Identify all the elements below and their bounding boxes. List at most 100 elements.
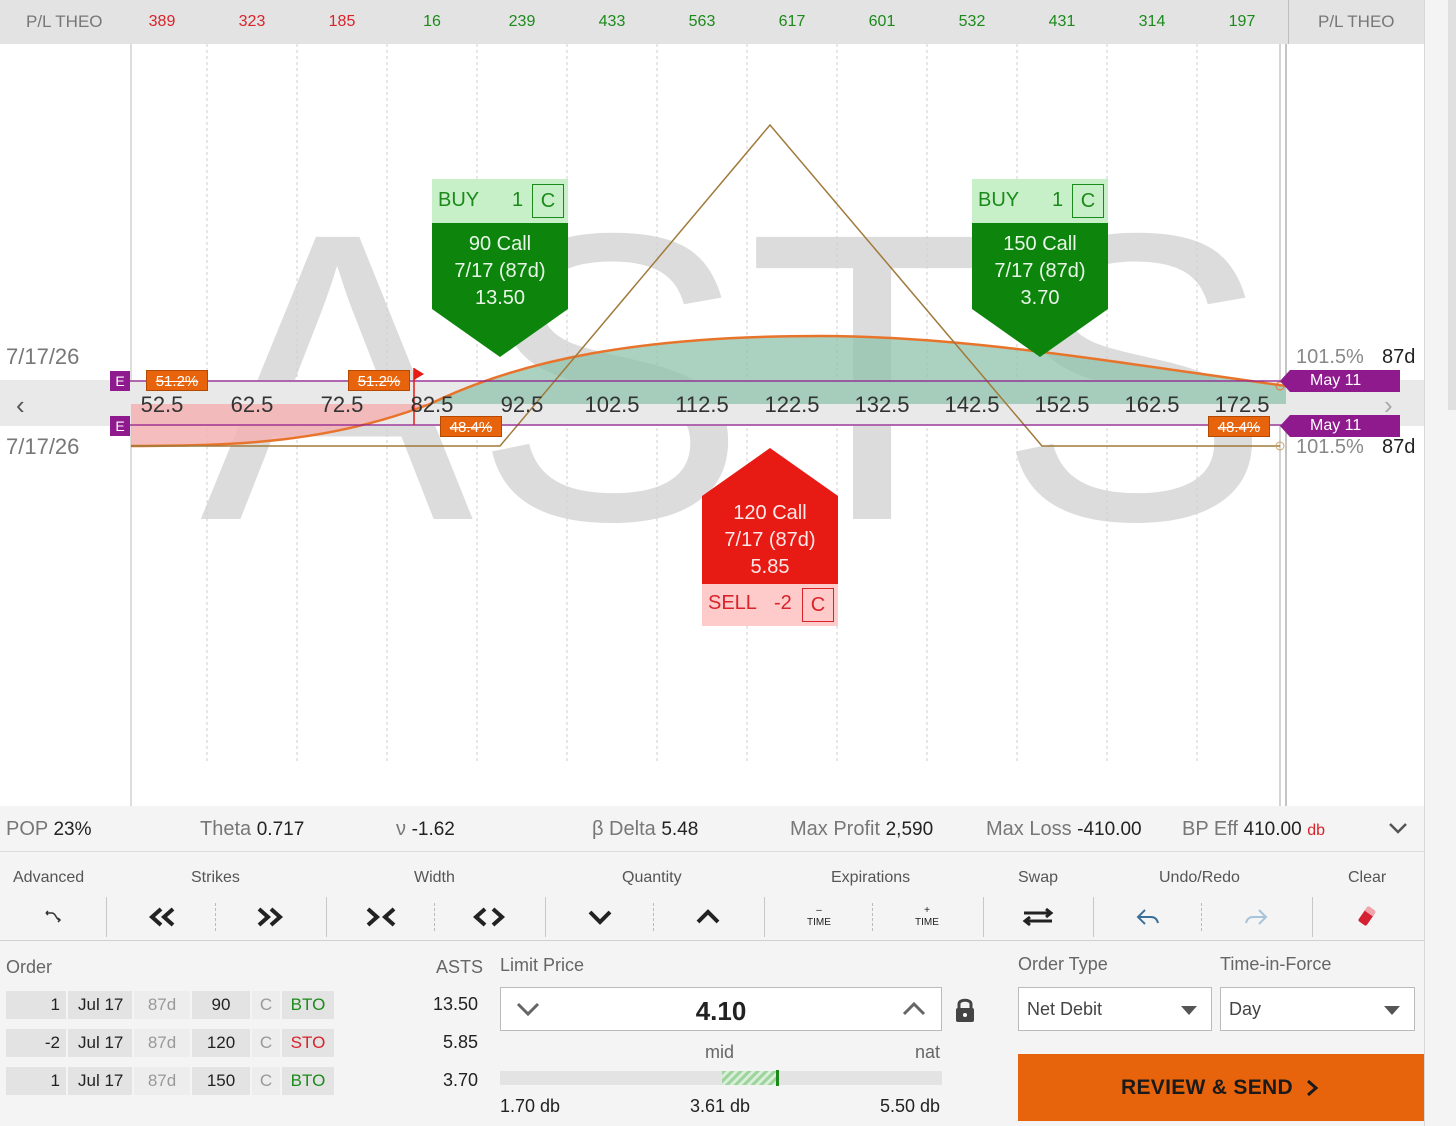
plus-icon: + (924, 905, 930, 916)
widen-icon (473, 907, 505, 927)
chevron-up-icon (696, 909, 720, 924)
chevron-down-icon (588, 910, 612, 925)
width-narrow-button[interactable] (327, 897, 435, 937)
earnings-marker-bottom[interactable]: E (110, 416, 130, 436)
strike-label: 132.5 (854, 392, 910, 417)
strike-label: 102.5 (584, 392, 640, 417)
pl-theo-value: 314 (1138, 13, 1166, 30)
limit-price-input[interactable]: 4.10 (500, 987, 942, 1031)
stat-max-loss: Max Loss -410.00 (986, 818, 1142, 840)
pl-theo-label-right: P/L THEO (1318, 12, 1395, 31)
leg-qty: 1 (1052, 189, 1064, 211)
risk-chart[interactable]: ASTS 7/17/26 7/17/26 E E 52.5 62.5 72.5 … (0, 44, 1424, 850)
expiration-date-bottom: 7/17/26 (6, 434, 80, 459)
undo-icon (1136, 909, 1159, 925)
double-chevron-right-icon (257, 907, 284, 927)
mid-label: mid (705, 1042, 735, 1062)
right-days-bottom: 87d (1382, 436, 1416, 458)
strike-label: 122.5 (764, 392, 820, 417)
leg-body: 150 Call 7/17 (87d) 3.70 (972, 223, 1108, 309)
date-tag-top[interactable]: May 11 (1280, 370, 1400, 392)
order-type-select[interactable]: Net Debit (1018, 987, 1212, 1031)
order-leg-price: 13.50 (432, 994, 478, 1014)
swap-icon (1022, 907, 1054, 927)
time-plus-button[interactable]: + TIME (873, 897, 981, 937)
leg-card-buy-90-call[interactable]: BUY 1 C 90 Call 7/17 (87d) 13.50 (432, 179, 568, 357)
leg-side: BUY (978, 189, 1020, 211)
right-pct-bottom: 101.5% (1296, 436, 1364, 458)
prob-badge: 48.4% (1208, 416, 1270, 437)
price-range-slider[interactable] (500, 1070, 942, 1086)
leg-card-buy-150-call[interactable]: BUY 1 C 150 Call 7/17 (87d) 3.70 (972, 179, 1108, 357)
width-widen-button[interactable] (435, 897, 543, 937)
date-tag-bottom[interactable]: May 11 (1280, 415, 1400, 437)
chevron-up-icon[interactable] (901, 1000, 927, 1023)
undo-button[interactable] (1094, 897, 1202, 937)
chevron-down-icon[interactable] (1386, 816, 1410, 845)
order-exp: Jul 17 (68, 1029, 132, 1057)
leg-price: 3.70 (1020, 287, 1060, 309)
pl-theo-value: 185 (328, 13, 356, 30)
order-action: STO (282, 1029, 334, 1057)
order-dte: 87d (134, 1029, 190, 1057)
order-cp: C (252, 991, 280, 1019)
order-leg-price: 3.70 (442, 1070, 478, 1090)
quantity-down-button[interactable] (546, 897, 654, 937)
nat-label: nat (915, 1042, 941, 1062)
scrollbar-thumb[interactable] (1448, 0, 1456, 410)
advanced-button[interactable] (0, 897, 108, 937)
leg-header: SELL -2 C (702, 584, 838, 626)
leg-type: C (532, 184, 564, 218)
lock-icon[interactable] (954, 997, 976, 1028)
strikes-down-button[interactable] (108, 897, 216, 937)
pl-theo-value: 197 (1228, 13, 1256, 30)
leg-qty: -2 (774, 592, 792, 614)
prob-badge: 51.2% (146, 370, 208, 391)
order-action: BTO (282, 991, 334, 1019)
leg-name: 120 Call (733, 502, 807, 524)
redo-button[interactable] (1202, 897, 1310, 937)
redo-icon (1245, 909, 1268, 925)
order-dte: 87d (134, 991, 190, 1019)
stat-pop: POP 23% (6, 818, 92, 840)
leg-qty: 1 (512, 189, 524, 211)
order-label: Order (6, 957, 53, 977)
leg-price: 5.85 (750, 556, 790, 578)
quantity-up-button[interactable] (654, 897, 762, 937)
caret-down-icon (1181, 1006, 1197, 1015)
prob-badge: 48.4% (440, 416, 502, 437)
order-dte: 87d (134, 1067, 190, 1095)
stats-row: POP 23% Theta 0.717 ν -1.62 β Delta 5.48… (0, 806, 1424, 852)
leg-body: 90 Call 7/17 (87d) 13.50 (432, 223, 568, 309)
chevron-left-icon[interactable]: ‹ (16, 390, 25, 421)
pl-theo-value: 617 (778, 13, 806, 30)
swap-button[interactable] (984, 897, 1092, 937)
order-qty: 1 (6, 991, 66, 1019)
order-type-label: Order Type (1018, 954, 1108, 974)
leg-header: BUY 1 C (432, 179, 568, 223)
time-minus-button[interactable]: – TIME (765, 897, 873, 937)
strikes-up-button[interactable] (216, 897, 324, 937)
order-strike: 90 (192, 991, 250, 1019)
double-chevron-left-icon (148, 907, 175, 927)
earnings-marker-top[interactable]: E (110, 371, 130, 391)
leg-card-sell-120-call[interactable]: 120 Call 7/17 (87d) 5.85 SELL -2 C (702, 448, 838, 626)
order-symbol: ASTS (436, 957, 484, 977)
strategy-toolbar: Advanced Strikes Width Quantity Expirati… (0, 853, 1424, 941)
strike-label: 112.5 (675, 392, 729, 417)
toolbar-strikes-label: Strikes (191, 869, 240, 886)
time-in-force-select[interactable]: Day (1220, 987, 1415, 1031)
strike-label: 82.5 (410, 392, 454, 417)
pl-theo-value: 532 (958, 13, 986, 30)
leg-type: C (1072, 184, 1104, 218)
clear-button[interactable] (1313, 897, 1421, 937)
review-send-button[interactable]: REVIEW & SEND (1018, 1054, 1424, 1121)
toolbar-width-label: Width (414, 869, 455, 886)
strike-label: 72.5 (320, 392, 364, 417)
toolbar-clear-label: Clear (1348, 869, 1387, 886)
toolbar-undo-redo-label: Undo/Redo (1159, 869, 1240, 886)
toolbar-advanced-label: Advanced (13, 869, 85, 886)
advanced-icon (45, 910, 62, 923)
pl-theo-value: 431 (1048, 13, 1076, 30)
order-cp: C (252, 1029, 280, 1057)
